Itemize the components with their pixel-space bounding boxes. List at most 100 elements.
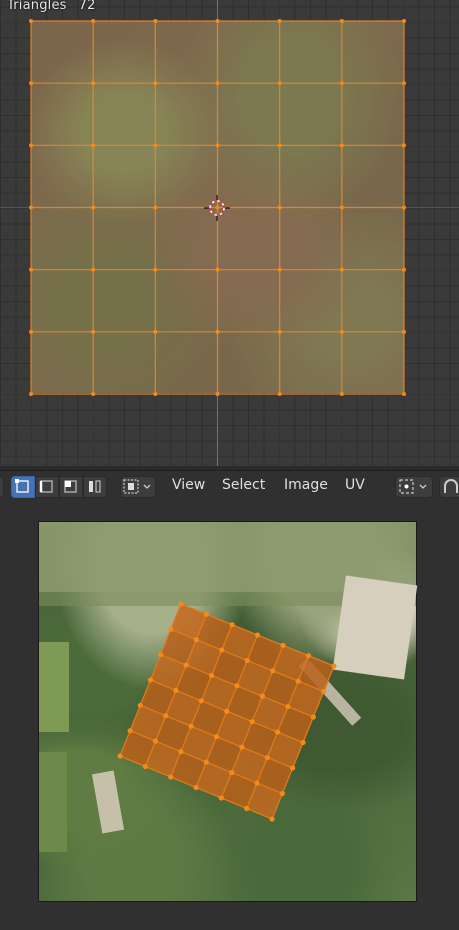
sticky-selection-dropdown[interactable] xyxy=(120,476,156,498)
uv-vertex[interactable] xyxy=(198,698,204,704)
mesh-vertex[interactable] xyxy=(215,143,220,148)
uv-vertex[interactable] xyxy=(295,678,301,684)
uv-vertex[interactable] xyxy=(117,753,123,759)
uv-vertex[interactable] xyxy=(168,774,174,780)
uv-vertex[interactable] xyxy=(188,723,194,729)
mesh-vertex[interactable] xyxy=(277,267,282,272)
mesh-vertex[interactable] xyxy=(215,392,220,396)
uv-vertex[interactable] xyxy=(193,784,199,791)
mesh-vertex[interactable] xyxy=(277,329,282,334)
mesh-vertex[interactable] xyxy=(339,392,344,396)
mesh-vertex[interactable] xyxy=(91,329,96,334)
uv-vertex[interactable] xyxy=(270,668,276,674)
mesh-vertex[interactable] xyxy=(29,267,33,272)
uv-vertex[interactable] xyxy=(178,601,184,607)
uv-vertex[interactable] xyxy=(203,759,209,765)
mesh-vertex[interactable] xyxy=(153,329,158,334)
uv-vertex[interactable] xyxy=(218,795,224,801)
mesh-vertex[interactable] xyxy=(153,143,158,148)
mesh-vertex[interactable] xyxy=(91,205,96,210)
uv-vertex[interactable] xyxy=(264,754,270,761)
uv-vertex[interactable] xyxy=(300,739,306,746)
mesh-vertex[interactable] xyxy=(402,19,406,23)
uv-editor-canvas[interactable] xyxy=(0,503,459,930)
mesh-vertex[interactable] xyxy=(215,329,220,334)
uv-vertex[interactable] xyxy=(280,642,286,648)
uv-vertex[interactable] xyxy=(244,805,250,812)
uv-vertex[interactable] xyxy=(244,657,250,664)
mesh-vertex[interactable] xyxy=(339,143,344,148)
uv-vertex[interactable] xyxy=(152,738,159,744)
island-select-icon[interactable] xyxy=(83,476,107,498)
menu-uv[interactable]: UV xyxy=(345,477,365,493)
uv-vertex[interactable] xyxy=(178,749,184,755)
vertex-select-icon[interactable] xyxy=(11,476,35,498)
menu-image[interactable]: Image xyxy=(284,477,328,493)
mesh-vertex[interactable] xyxy=(91,19,96,23)
mesh-vertex[interactable] xyxy=(29,81,33,86)
menu-select[interactable]: Select xyxy=(222,477,265,493)
uv-vertex[interactable] xyxy=(229,769,235,776)
uv-vertex[interactable] xyxy=(254,632,261,638)
3d-cursor-icon[interactable] xyxy=(204,195,230,221)
mesh-vertex[interactable] xyxy=(339,19,344,23)
uv-vertex[interactable] xyxy=(168,626,174,632)
uv-vertex[interactable] xyxy=(163,713,169,719)
uv-vertex[interactable] xyxy=(234,683,240,689)
uv-vertex[interactable] xyxy=(331,663,337,669)
uv-vertex[interactable] xyxy=(147,677,154,683)
mesh-vertex[interactable] xyxy=(402,205,406,210)
mesh-vertex[interactable] xyxy=(277,392,282,396)
mesh-vertex[interactable] xyxy=(339,205,344,210)
mesh-vertex[interactable] xyxy=(277,81,282,86)
face-select-icon[interactable] xyxy=(59,476,83,498)
uv-vertex[interactable] xyxy=(305,653,312,659)
3d-viewport[interactable]: Triangles 72 xyxy=(0,0,459,466)
mesh-vertex[interactable] xyxy=(215,267,220,272)
mesh-vertex[interactable] xyxy=(339,267,344,272)
uv-vertex[interactable] xyxy=(321,688,327,695)
uv-vertex[interactable] xyxy=(203,611,210,617)
mesh-vertex[interactable] xyxy=(339,81,344,86)
mesh-vertex[interactable] xyxy=(29,205,33,210)
uv-vertex[interactable] xyxy=(173,687,179,694)
uv-island[interactable] xyxy=(0,503,459,930)
mesh-vertex[interactable] xyxy=(91,267,96,272)
mesh-vertex[interactable] xyxy=(339,329,344,334)
mesh-vertex[interactable] xyxy=(153,19,158,23)
mesh-vertex[interactable] xyxy=(29,329,33,334)
mesh-vertex[interactable] xyxy=(153,267,158,272)
mesh-vertex[interactable] xyxy=(91,143,96,148)
menu-view[interactable]: View xyxy=(172,477,205,493)
mesh-vertex[interactable] xyxy=(91,81,96,86)
mesh-vertex[interactable] xyxy=(29,392,33,396)
uv-vertex[interactable] xyxy=(127,728,133,734)
mesh-vertex[interactable] xyxy=(215,19,220,23)
uv-vertex[interactable] xyxy=(269,816,275,822)
uv-vertex[interactable] xyxy=(239,744,245,750)
uv-vertex[interactable] xyxy=(137,702,143,708)
uv-vertex[interactable] xyxy=(183,662,189,668)
mesh-vertex[interactable] xyxy=(153,81,158,86)
uv-vertex[interactable] xyxy=(249,719,255,725)
uv-vertex[interactable] xyxy=(142,763,148,770)
uv-vertex[interactable] xyxy=(208,672,215,679)
mesh-vertex[interactable] xyxy=(91,392,96,396)
uv-vertex[interactable] xyxy=(285,704,291,710)
mesh-vertex[interactable] xyxy=(402,81,406,86)
uv-vertex[interactable] xyxy=(279,790,285,797)
mesh-vertex[interactable] xyxy=(402,143,406,148)
mesh-vertex[interactable] xyxy=(277,143,282,148)
uv-vertex[interactable] xyxy=(219,647,225,653)
mesh-vertex[interactable] xyxy=(215,81,220,86)
mesh-vertex[interactable] xyxy=(402,392,406,396)
edge-select-icon[interactable] xyxy=(35,476,59,498)
uv-vertex[interactable] xyxy=(224,708,230,714)
snap-toggle[interactable] xyxy=(439,476,459,498)
mesh-vertex[interactable] xyxy=(153,205,158,210)
uv-vertex[interactable] xyxy=(290,765,296,771)
mesh-vertex[interactable] xyxy=(402,329,406,334)
mesh-vertex[interactable] xyxy=(153,392,158,396)
pivot-point-dropdown[interactable] xyxy=(395,476,433,498)
uv-vertex[interactable] xyxy=(229,622,235,628)
